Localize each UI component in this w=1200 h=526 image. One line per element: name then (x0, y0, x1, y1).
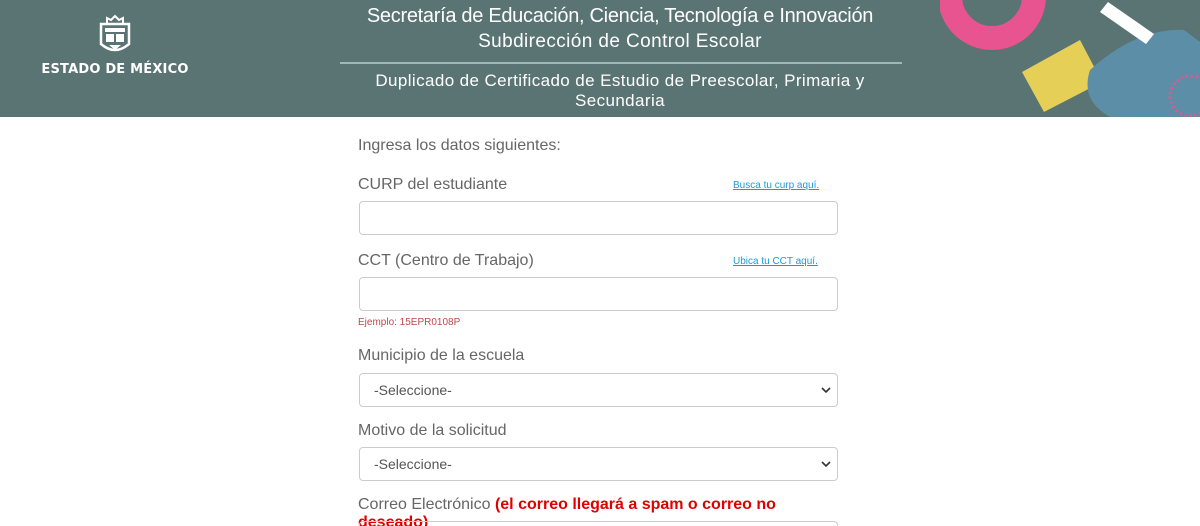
municipio-label: Municipio de la escuela (358, 347, 525, 364)
decorative-shapes (940, 0, 1200, 117)
coat-of-arms-icon (99, 14, 131, 52)
cct-input[interactable] (359, 277, 838, 311)
curp-help-link[interactable]: Busca tu curp aquí. (733, 180, 819, 191)
cct-label: CCT (Centro de Trabajo) (358, 252, 534, 269)
tramite-title: Duplicado de Certificado de Estudio de P… (375, 71, 865, 110)
header-titles: Secretaría de Educación, Ciencia, Tecnol… (340, 0, 902, 111)
motivo-label: Motivo de la solicitud (358, 422, 507, 439)
curp-label: CURP del estudiante (358, 176, 508, 193)
cct-help-link[interactable]: Ubica tu CCT aquí. (733, 256, 818, 267)
logo-text: ESTADO DE MÉXICO (41, 62, 189, 77)
curp-input[interactable] (359, 201, 838, 235)
estado-de-mexico-logo: ESTADO DE MÉXICO (40, 14, 190, 84)
chevron-down-icon (821, 461, 831, 468)
motivo-selected-value: -Seleccione- (374, 456, 452, 472)
header-divider (340, 62, 902, 64)
cct-example-hint: Ejemplo: 15EPR0108P (358, 317, 461, 328)
page-header: ESTADO DE MÉXICO Secretaría de Educación… (0, 0, 1200, 117)
motivo-select[interactable]: -Seleccione- (359, 447, 838, 481)
email-input[interactable] (359, 521, 838, 526)
correo-label: Correo Electrónico (358, 496, 491, 513)
chevron-down-icon (821, 387, 831, 394)
municipio-selected-value: -Seleccione- (374, 382, 452, 398)
secretaria-title: Secretaría de Educación, Ciencia, Tecnol… (366, 5, 874, 27)
subdireccion-title: Subdirección de Control Escolar (478, 31, 762, 52)
form-intro: Ingresa los datos siguientes: (358, 137, 561, 154)
municipio-select[interactable]: -Seleccione- (359, 373, 838, 407)
